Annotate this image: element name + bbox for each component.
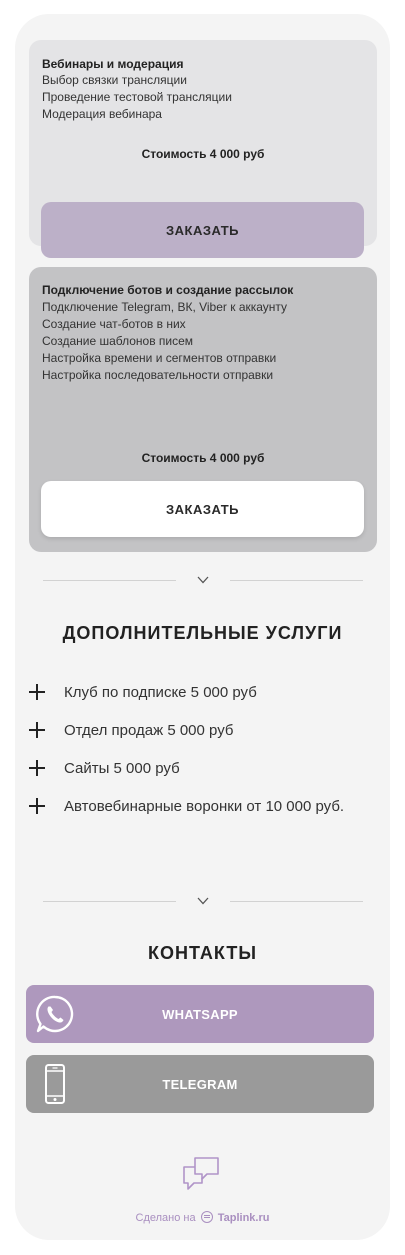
- card-feature: Создание чат-ботов в них: [42, 317, 186, 331]
- taplink-logo-icon: [200, 1211, 213, 1223]
- extras-item: Клуб по подписке 5 000 руб: [27, 682, 372, 703]
- footer-prefix: Сделано на: [135, 1212, 196, 1224]
- telegram-label: TELEGRAM: [162, 1076, 238, 1092]
- card-feature-list: Выбор связки трансляции Проведение тесто…: [42, 72, 232, 123]
- card-feature: Выбор связки трансляции: [42, 73, 187, 87]
- card-title: Подключение ботов и создание рассылок: [42, 283, 294, 297]
- page: Вебинары и модерация Выбор связки трансл…: [15, 14, 390, 1240]
- extras-list: Клуб по подписке 5 000 руб Отдел продаж …: [27, 682, 372, 834]
- card-feature: Подключение Telegram, ВК, Viber к аккаун…: [42, 300, 288, 314]
- telegram-button[interactable]: TELEGRAM: [26, 1055, 374, 1113]
- extras-heading: ДОПОЛНИТЕЛЬНЫЕ УСЛУГИ: [62, 623, 343, 643]
- extras-item: Автовебинарные воронки от 10 000 руб.: [27, 796, 372, 817]
- plus-icon: [29, 684, 45, 700]
- card-feature: Создание шаблонов писем: [42, 334, 194, 348]
- plus-icon: [29, 722, 45, 738]
- chevron-down-icon[interactable]: [196, 894, 210, 908]
- service-card-bots: Подключение ботов и создание рассылок По…: [29, 267, 377, 552]
- chevron-down-icon[interactable]: [196, 573, 210, 587]
- card-feature: Настройка последовательности отправки: [42, 368, 274, 382]
- order-button[interactable]: ЗАКАЗАТЬ: [41, 481, 364, 537]
- chat-bubbles-icon[interactable]: [180, 1154, 222, 1194]
- card-price: Стоимость 4 000 руб: [141, 147, 265, 161]
- whatsapp-button[interactable]: WHATSAPP: [26, 985, 374, 1043]
- footer-brand: Taplink.ru: [217, 1212, 270, 1224]
- order-button[interactable]: ЗАКАЗАТЬ: [41, 202, 364, 258]
- section-divider: [43, 894, 363, 908]
- card-feature-list: Подключение Telegram, ВК, Viber к аккаун…: [42, 299, 287, 384]
- extras-item: Сайты 5 000 руб: [27, 758, 372, 779]
- card-title: Вебинары и модерация: [42, 57, 184, 71]
- contacts-heading: КОНТАКТЫ: [148, 943, 257, 963]
- card-price: Стоимость 4 000 руб: [141, 451, 265, 465]
- whatsapp-label: WHATSAPP: [162, 1006, 238, 1022]
- phone-icon: [45, 1064, 65, 1104]
- card-feature: Настройка времени и сегментов отправки: [42, 351, 277, 365]
- extras-item: Отдел продаж 5 000 руб: [27, 720, 372, 741]
- card-feature: Модерация вебинара: [42, 107, 162, 121]
- plus-icon: [29, 798, 45, 814]
- footer-credit[interactable]: Сделано на Taplink.ru: [15, 1211, 390, 1224]
- service-card-webinars: Вебинары и модерация Выбор связки трансл…: [29, 40, 377, 258]
- section-divider: [43, 573, 363, 587]
- card-feature: Проведение тестовой трансляции: [42, 90, 232, 104]
- whatsapp-icon: [36, 995, 74, 1033]
- plus-icon: [29, 760, 45, 776]
